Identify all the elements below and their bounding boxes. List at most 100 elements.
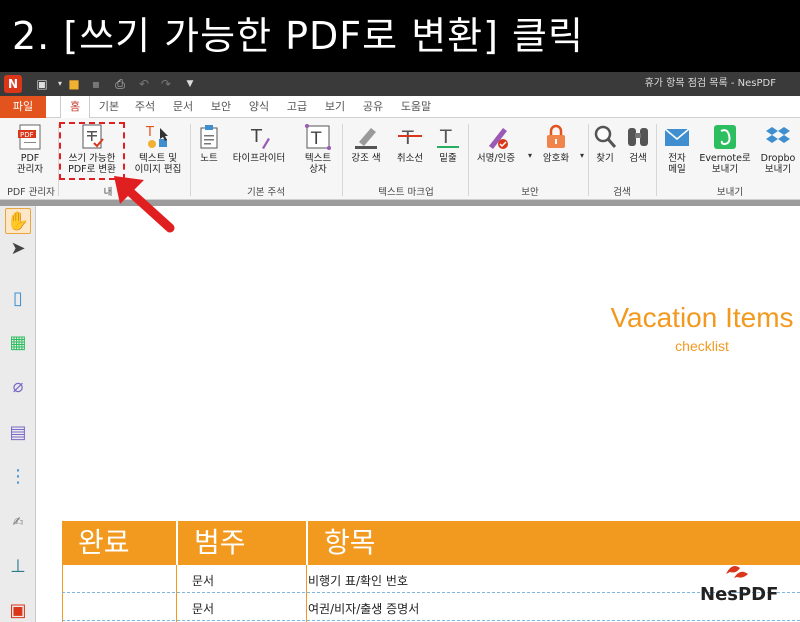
row-separator [62,592,800,593]
svg-text:T: T [145,125,154,140]
nespdf-logo: NesPDF [700,566,778,604]
underline-button[interactable]: T 밑줄 [430,124,466,164]
dropbox-button[interactable]: Dropbo 보내기 [756,124,800,175]
title-bar: N ▣ ▾ ■ ▪ ⎙ ↶ ↷ ▼ 휴가 항목 점검 목록 - NesPDF [0,72,800,96]
highlight-label: 강조 색 [351,153,381,164]
typewriter-icon: T [250,126,270,149]
undo-icon[interactable]: ↶ [136,76,152,92]
layers-panel-icon[interactable]: ▣ [5,598,31,622]
group-label-text-markup: 텍스트 마크업 [378,187,434,198]
document-icon[interactable]: ▣ [34,76,50,92]
table-header: 완료 범주 항목 [62,521,800,565]
item-cell: 여권/비자/출생 증명서 [308,602,420,616]
thumbnails-panel-icon[interactable]: ▦ [5,330,31,356]
column-header-item: 항목 [324,526,376,559]
column-header-done: 완료 [78,526,130,559]
open-folder-icon[interactable]: ■ [66,76,82,92]
row-separator [62,620,800,621]
typewriter-label: 타이프라이터 [232,153,286,164]
tab-form[interactable]: 양식 [244,96,274,118]
category-cell: 문서 [192,574,215,588]
evernote-label: Evernote로 보내기 [699,153,751,175]
left-toolbar: ✋ ➤ ▯ ▦ ⌀ ▤ ⋮ ✍ ⊥ ▣ [0,206,36,622]
search-button[interactable]: 검색 [622,124,654,164]
note-label: 노트 [200,153,218,164]
svg-text:PDF: PDF [20,131,34,139]
tab-view[interactable]: 보기 [320,96,350,118]
tab-file[interactable]: 파일 [0,96,46,118]
save-icon[interactable]: ▪ [88,76,104,92]
find-label: 찾기 [596,153,614,164]
edit-text-image-icon: T [145,125,168,148]
highlight-button[interactable]: 강조 색 [346,124,386,164]
category-cell: 문서 [192,602,215,616]
group-label-security: 보안 [521,187,539,198]
text-box-label: 텍스트 상자 [304,153,332,175]
tutorial-caption: 2. [쓰기 가능한 PDF로 변환] 클릭 [0,0,800,72]
comments-panel-icon[interactable]: ▤ [5,420,31,446]
customize-toolbar-icon[interactable]: ▼ [182,76,198,92]
tab-security[interactable]: 보안 [206,96,236,118]
group-label-pdf-manager: PDF 관리자 [7,187,55,198]
sign-certify-button[interactable]: 서명/인증 [472,124,520,164]
stamp-panel-icon[interactable]: ⊥ [5,554,31,580]
table-row: 문서 여권/비자/출생 증명서 [62,594,800,620]
app-logo-icon: N [4,75,22,93]
encrypt-button[interactable]: 암호화 [536,124,576,164]
search-label: 검색 [629,153,647,164]
group-label-basic-annotation: 기본 주석 [247,187,285,198]
encrypt-label: 암호화 [542,153,570,164]
bookmark-panel-icon[interactable]: ▯ [5,286,31,312]
tab-help[interactable]: 도움말 [396,96,436,118]
svg-text:T: T [401,127,414,149]
svg-text:T: T [310,129,322,149]
email-button[interactable]: 전자 메일 [660,124,694,175]
document-title: Vacation Items [610,302,794,333]
tab-annotation[interactable]: 주석 [130,96,160,118]
logo-text: NesPDF [700,584,778,604]
document-subtitle: checklist [675,338,729,354]
evernote-button[interactable]: Evernote로 보내기 [696,124,754,175]
pdf-manager-button[interactable]: PDF PDF 관리자 [8,124,52,175]
select-arrow-icon[interactable]: ➤ [5,236,31,262]
print-icon[interactable]: ⎙ [112,76,128,92]
tab-basic[interactable]: 기본 [94,96,124,118]
dropbox-label: Dropbo 보내기 [760,153,796,175]
structure-panel-icon[interactable]: ⋮ [5,464,31,490]
evernote-icon [714,125,736,149]
strikeout-button[interactable]: T 취소선 [390,124,430,164]
group-separator [468,124,469,196]
pointer-arrow-icon [114,176,175,233]
email-label: 전자 메일 [668,153,686,175]
table-row: 문서 비행기 표/확인 번호 [62,566,800,592]
redo-icon[interactable]: ↷ [158,76,174,92]
group-label-send: 보내기 [716,187,744,198]
tab-document[interactable]: 문서 [168,96,198,118]
column-header-category: 범주 [194,526,246,559]
sign-certify-label: 서명/인증 [476,153,516,164]
tab-share[interactable]: 공유 [358,96,388,118]
group-separator [656,124,657,196]
strikeout-label: 취소선 [396,153,424,164]
note-icon [200,125,218,149]
window-title: 휴가 항목 점검 목록 - NesPDF [644,78,776,89]
tab-home[interactable]: 홈 [60,96,90,118]
attachment-panel-icon[interactable]: ⌀ [5,374,31,400]
pdf-file-icon: PDF [18,124,41,150]
ribbon-tabs: 파일 홈 기본 주석 문서 보안 양식 고급 보기 공유 도움말 [0,96,800,118]
dropbox-icon [766,127,790,143]
note-button[interactable]: 노트 [194,124,224,164]
item-cell: 비행기 표/확인 번호 [308,574,408,588]
pdf-manager-label: PDF 관리자 [16,153,44,175]
signature-panel-icon[interactable]: ✍ [5,510,31,536]
hand-tool-icon[interactable]: ✋ [5,208,31,234]
group-label-search: 검색 [613,187,631,198]
typewriter-button[interactable]: T 타이프라이터 [228,124,290,164]
tab-advanced[interactable]: 고급 [282,96,312,118]
magnifier-icon [594,125,617,148]
envelope-icon [664,128,690,146]
text-box-button[interactable]: T 텍스트 상자 [298,124,338,175]
find-button[interactable]: 찾기 [590,124,620,164]
text-box-icon: T [305,124,331,150]
highlighter-icon [355,128,377,149]
